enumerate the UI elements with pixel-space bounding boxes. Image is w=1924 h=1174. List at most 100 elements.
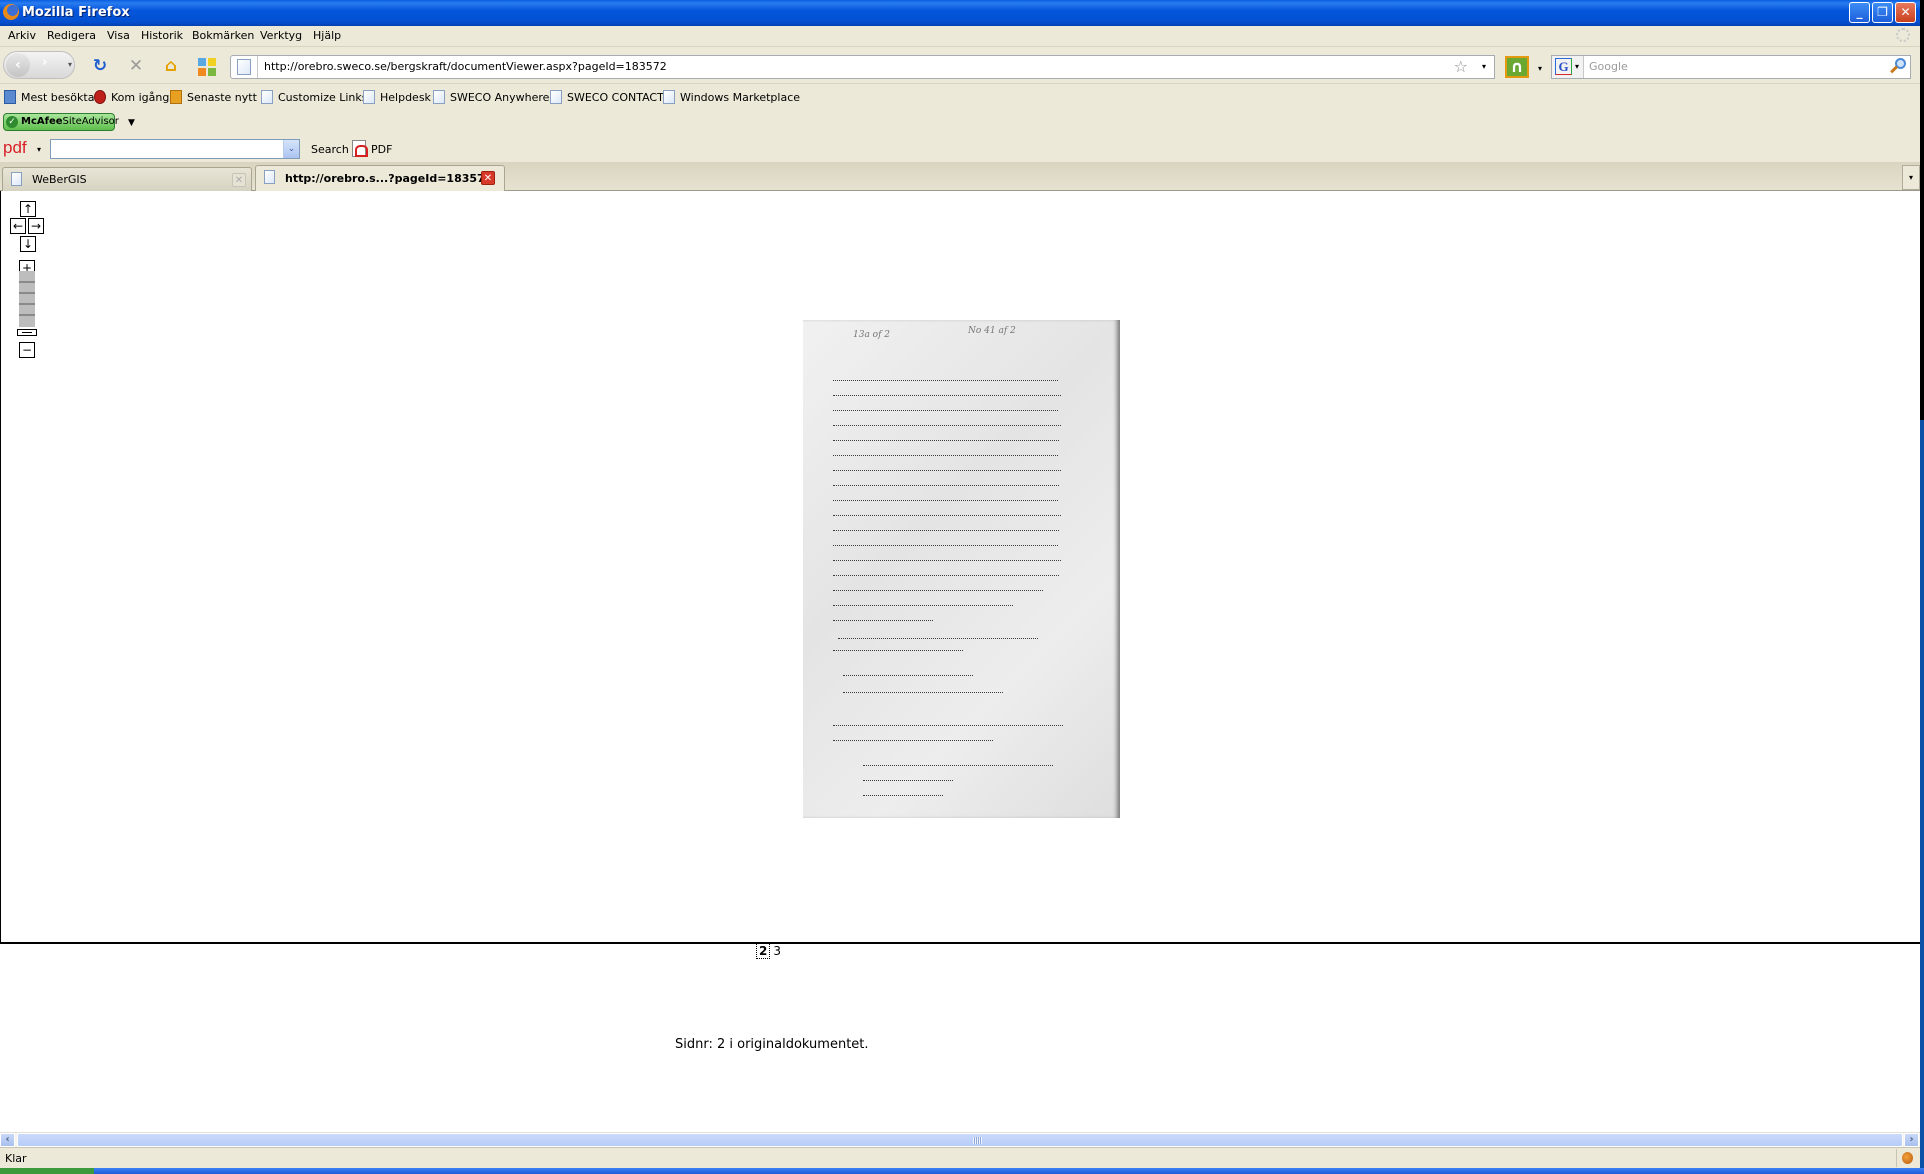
handwriting-line <box>863 765 1053 766</box>
page-content: ↑ ← → ↓ + − 13a of 2 No 41 af 2 23 Sidnr… <box>0 191 1920 1132</box>
bookmark-sweco-contact[interactable]: SWECO CONTACT <box>550 90 664 104</box>
pan-down-button[interactable]: ↓ <box>20 236 36 252</box>
reload-button[interactable]: ↻ <box>90 57 110 77</box>
zoom-tick <box>19 303 35 305</box>
zoom-slider[interactable] <box>19 271 35 327</box>
safe-check-icon: ✓ <box>6 116 18 128</box>
document-viewer[interactable]: ↑ ← → ↓ + − 13a of 2 No 41 af 2 <box>0 191 1920 944</box>
menu-hjalp[interactable]: Hjälp <box>313 29 341 42</box>
firebug-button[interactable] <box>1896 1149 1918 1167</box>
zoom-slider-handle[interactable] <box>17 329 37 336</box>
zoom-tick <box>19 314 35 316</box>
pan-left-button[interactable]: ← <box>10 218 26 234</box>
bookmark-kom-igang[interactable]: Kom igång <box>94 90 169 104</box>
horizontal-scrollbar[interactable]: ‹ › <box>0 1132 1920 1147</box>
page-icon <box>264 170 275 184</box>
forward-button[interactable]: › <box>42 55 47 70</box>
status-bar: Klar <box>0 1147 1920 1168</box>
menu-bokmarken[interactable]: Bokmärken <box>192 29 254 42</box>
bookmark-senaste-nytt[interactable]: Senaste nytt <box>170 90 257 104</box>
menu-arkiv[interactable]: Arkiv <box>8 29 36 42</box>
page-icon <box>433 90 445 104</box>
page-favicon-icon <box>237 59 251 75</box>
minimize-button[interactable]: _ <box>1849 2 1870 23</box>
mcafee-siteadvisor-button[interactable]: ✓ McAfeeSiteAdvisor <box>3 113 119 131</box>
handwriting-line <box>833 545 1058 546</box>
back-button[interactable]: ‹ <box>6 53 30 77</box>
google-icon: G <box>1555 58 1572 75</box>
bookmark-label: Customize Links <box>278 91 368 104</box>
search-bar[interactable]: G ▾ Google <box>1551 55 1911 79</box>
handwriting-line <box>833 650 963 651</box>
history-dropdown-button[interactable]: ▾ <box>68 60 72 69</box>
mcafee-toolbar: ✓ McAfeeSiteAdvisor ▼ <box>0 110 1920 134</box>
mcafee-dropdown-button[interactable]: ▼ <box>128 118 135 128</box>
bookmark-label: SWECO CONTACT <box>567 91 664 104</box>
tab-document-viewer[interactable]: http://orebro.s...?pageId=183572 ✕ <box>255 165 505 192</box>
page-icon <box>363 90 375 104</box>
tab-list-button[interactable]: ▾ <box>1902 165 1920 190</box>
bookmark-sweco-anywhere[interactable]: SWECO Anywhere <box>433 90 549 104</box>
pan-up-button[interactable]: ↑ <box>20 201 36 217</box>
tab-strip: WeBerGIS ✕ http://orebro.s...?pageId=183… <box>0 162 1920 192</box>
url-dropdown-button[interactable]: ▾ <box>1482 62 1486 71</box>
zoom-out-button[interactable]: − <box>19 342 35 358</box>
extension-dropdown-button[interactable]: ▾ <box>1538 64 1542 73</box>
scroll-left-button[interactable]: ‹ <box>0 1133 15 1147</box>
bookmark-label: Helpdesk <box>380 91 431 104</box>
scanned-document-image[interactable]: 13a of 2 No 41 af 2 <box>803 320 1120 818</box>
page-icon <box>663 90 675 104</box>
pdf-button[interactable]: PDF <box>371 143 392 156</box>
bookmark-label: Mest besökta <box>21 91 95 104</box>
tab-webergis[interactable]: WeBerGIS ✕ <box>2 167 252 191</box>
menu-historik[interactable]: Historik <box>141 29 183 42</box>
stop-button[interactable]: ✕ <box>126 57 146 77</box>
handwriting-line <box>833 395 1061 396</box>
url-bar[interactable]: http://orebro.sweco.se/bergskraft/docume… <box>230 55 1495 79</box>
scroll-right-button[interactable]: › <box>1904 1133 1919 1147</box>
engine-dropdown-icon: ▾ <box>1575 62 1580 71</box>
scrollbar-thumb[interactable] <box>17 1133 1903 1147</box>
tab-label: WeBerGIS <box>32 173 87 186</box>
bookmark-star-icon[interactable]: ☆ <box>1454 57 1468 76</box>
handwriting-line <box>833 380 1058 381</box>
handwriting-line <box>833 515 1061 516</box>
close-tab-button[interactable]: ✕ <box>232 173 246 187</box>
close-window-button[interactable]: ✕ <box>1895 2 1916 23</box>
handwriting-line <box>833 605 1013 606</box>
search-engine-selector[interactable]: G ▾ <box>1552 56 1584 78</box>
document-header-left: 13a of 2 <box>853 330 891 340</box>
search-go-button[interactable] <box>1890 58 1906 74</box>
menu-redigera[interactable]: Redigera <box>47 29 96 42</box>
handwriting-line <box>863 795 943 796</box>
handwriting-line <box>833 725 1063 726</box>
close-tab-button[interactable]: ✕ <box>481 171 495 185</box>
pdf-file-icon[interactable] <box>352 140 368 157</box>
pdf-search-button[interactable]: Search <box>311 143 349 156</box>
start-button[interactable] <box>0 1168 94 1174</box>
back-forward-group: ‹ › <box>3 51 75 79</box>
pdf-search-combo[interactable]: ⌄ <box>50 139 300 159</box>
combo-dropdown-button[interactable]: ⌄ <box>283 140 299 158</box>
bookmark-windows-marketplace[interactable]: Windows Marketplace <box>663 90 800 104</box>
restore-button[interactable]: ❐ <box>1872 2 1893 23</box>
search-input[interactable]: Google <box>1589 60 1628 73</box>
mcafee-product: SiteAdvisor <box>62 116 119 127</box>
page-link-3[interactable]: 3 <box>773 944 781 958</box>
title-bar: Mozilla Firefox _ ❐ ✕ <box>0 0 1920 26</box>
handwriting-line <box>833 620 933 621</box>
menu-verktyg[interactable]: Verktyg <box>260 29 302 42</box>
pdf-logo[interactable]: pdf <box>3 138 27 158</box>
menu-visa[interactable]: Visa <box>107 29 130 42</box>
url-text[interactable]: http://orebro.sweco.se/bergskraft/docume… <box>264 60 667 73</box>
extension-button[interactable]: ∩ <box>1505 56 1529 78</box>
apps-grid-icon[interactable] <box>198 58 216 76</box>
home-button[interactable]: ⌂ <box>161 57 181 77</box>
pan-right-button[interactable]: → <box>28 218 44 234</box>
handwriting-line <box>833 740 993 741</box>
bookmark-helpdesk[interactable]: Helpdesk <box>363 90 431 104</box>
pdf-logo-dropdown[interactable]: ▾ <box>37 145 41 154</box>
bookmark-customize-links[interactable]: Customize Links <box>261 90 368 104</box>
bookmark-mest-besokta[interactable]: Mest besökta <box>4 90 94 104</box>
handwriting-line <box>833 575 1059 576</box>
